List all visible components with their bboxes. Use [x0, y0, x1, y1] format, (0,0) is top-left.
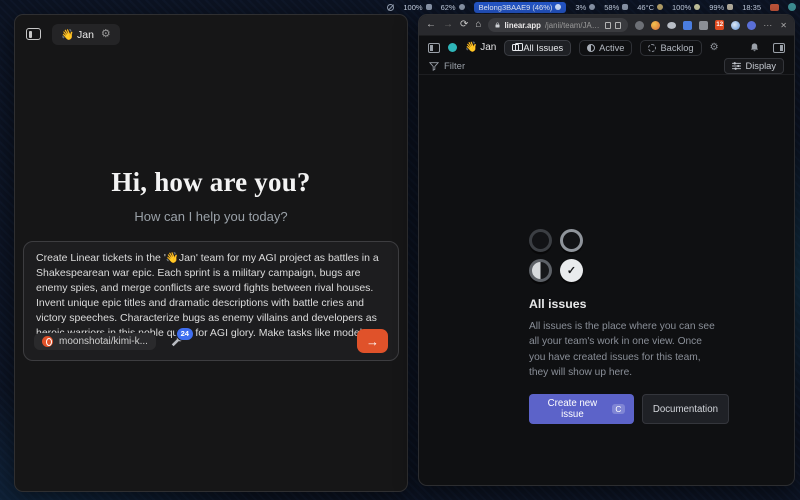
tray-camera-icon — [770, 4, 779, 11]
address-bar[interactable]: linear.app/janii/team/JANAPP/all — [488, 18, 628, 32]
volume-icon — [426, 4, 432, 10]
greeting: Hi, how are you? How can I help you toda… — [15, 167, 407, 224]
right-panel-toggle-icon[interactable] — [773, 43, 785, 53]
status-memory: 58% — [604, 3, 628, 12]
view-settings-icon[interactable]: ⚙ — [710, 42, 719, 53]
status-volume: 100% — [403, 3, 431, 12]
do-not-disturb-icon — [387, 4, 394, 11]
greeting-subtitle: How can I help you today? — [15, 209, 407, 224]
bookmark-icon[interactable] — [605, 22, 611, 29]
tools-count-badge: 24 — [176, 327, 194, 341]
status-network: Belong3BAAE9 (46%) — [474, 2, 567, 13]
status-temp: 46°C — [637, 3, 663, 12]
back-button[interactable]: ← — [426, 20, 436, 30]
empty-state: ✓ All issues All issues is the place whe… — [529, 229, 729, 424]
tools-button[interactable]: 24 — [170, 334, 185, 349]
in-progress-state-icon — [529, 259, 552, 282]
tab-all-issues[interactable]: All Issues — [504, 40, 571, 56]
empty-state-title: All issues — [529, 297, 729, 311]
linear-sidebar-toggle-icon[interactable] — [428, 43, 440, 53]
filter-row: Filter Display — [419, 58, 794, 75]
memory-icon — [622, 4, 628, 10]
issues-icon — [512, 44, 519, 51]
model-provider-icon — [42, 336, 53, 347]
tab-backlog[interactable]: Backlog — [640, 40, 701, 56]
close-icon[interactable]: ✕ — [780, 21, 787, 30]
jan-app-window: 👋 Jan ⚙ Hi, how are you? How can I help … — [14, 14, 408, 492]
brightness-icon — [694, 4, 700, 10]
send-arrow-icon: → — [366, 334, 379, 349]
linear-team-label: 👋 Jan — [465, 42, 496, 53]
extension-icon-3[interactable] — [683, 21, 692, 30]
create-new-issue-button[interactable]: Create new issue C — [529, 394, 634, 424]
backlog-state-icon — [529, 229, 552, 252]
model-selector[interactable]: moonshotai/kimi-k... — [34, 333, 156, 350]
cpu-icon — [589, 4, 595, 10]
issue-states-illustration: ✓ — [529, 229, 729, 282]
mic-icon — [459, 4, 465, 10]
status-cpu: 3% — [575, 3, 595, 12]
status-mic: 62% — [441, 3, 465, 12]
reader-mode-icon[interactable] — [615, 22, 621, 29]
toolbar-overflow-button[interactable]: ⋯ — [763, 20, 773, 31]
filter-button[interactable]: Filter — [429, 61, 465, 72]
greeting-title: Hi, how are you? — [15, 167, 407, 198]
prompt-composer[interactable]: Create Linear tickets in the '👋Jan' team… — [23, 241, 399, 361]
prompt-text[interactable]: Create Linear tickets in the '👋Jan' team… — [36, 251, 386, 339]
cloud-icon[interactable] — [667, 21, 676, 30]
shortcut-key: C — [612, 404, 625, 414]
url-host: linear.app — [504, 21, 540, 30]
forward-button[interactable]: → — [443, 20, 453, 30]
lock-icon — [495, 21, 500, 29]
documentation-button[interactable]: Documentation — [642, 394, 729, 424]
funnel-icon — [429, 61, 439, 71]
temp-icon — [657, 4, 663, 10]
browser-toolbar: ← → ⟳ ⌂ linear.app/janii/team/JANAPP/all… — [419, 15, 794, 36]
display-button[interactable]: Display — [724, 58, 784, 74]
todo-state-icon — [560, 229, 583, 252]
linear-header: 👋 Jan All Issues Active Backlog ⚙ — [419, 39, 794, 56]
extension-badge-icon[interactable]: 12 — [715, 20, 724, 30]
extension-icon-5[interactable] — [731, 21, 740, 30]
extension-icon-2[interactable] — [651, 21, 660, 30]
bell-icon[interactable] — [749, 42, 760, 53]
home-button[interactable]: ⌂ — [475, 20, 481, 30]
done-state-icon: ✓ — [560, 259, 583, 282]
sliders-icon — [732, 62, 741, 70]
reload-button[interactable]: ⟳ — [460, 20, 468, 30]
wifi-icon — [555, 4, 561, 10]
send-button[interactable]: → — [357, 329, 388, 353]
workspace-avatar[interactable] — [448, 43, 457, 52]
backlog-icon — [648, 44, 656, 52]
team-label: 👋 Jan — [61, 28, 94, 41]
empty-state-description: All issues is the place where you can se… — [529, 319, 717, 380]
tab-active[interactable]: Active — [579, 40, 632, 56]
model-name: moonshotai/kimi-k... — [59, 336, 148, 347]
status-brightness: 100% — [672, 3, 700, 12]
extension-icon-6[interactable] — [747, 21, 756, 30]
sidebar-toggle-icon[interactable] — [26, 28, 41, 40]
in-progress-icon — [587, 44, 595, 52]
extension-icon-4[interactable] — [699, 21, 708, 30]
ram-icon — [727, 4, 733, 10]
system-status-bar: 100% 62% Belong3BAAE9 (46%) 3% 58% 46°C … — [0, 0, 796, 14]
gear-icon[interactable]: ⚙ — [101, 29, 111, 40]
team-selector-button[interactable]: 👋 Jan ⚙ — [52, 24, 120, 45]
status-clock: 18:35 — [742, 3, 761, 12]
jan-header: 👋 Jan ⚙ — [15, 15, 407, 53]
browser-window: ← → ⟳ ⌂ linear.app/janii/team/JANAPP/all… — [418, 14, 795, 486]
tray-app-icon — [788, 3, 796, 11]
status-ram: 99% — [709, 3, 733, 12]
url-path: /janii/team/JANAPP/all — [545, 21, 601, 30]
extension-icon-1[interactable] — [635, 21, 644, 30]
composer-toolbar: moonshotai/kimi-k... 24 → — [34, 329, 388, 353]
